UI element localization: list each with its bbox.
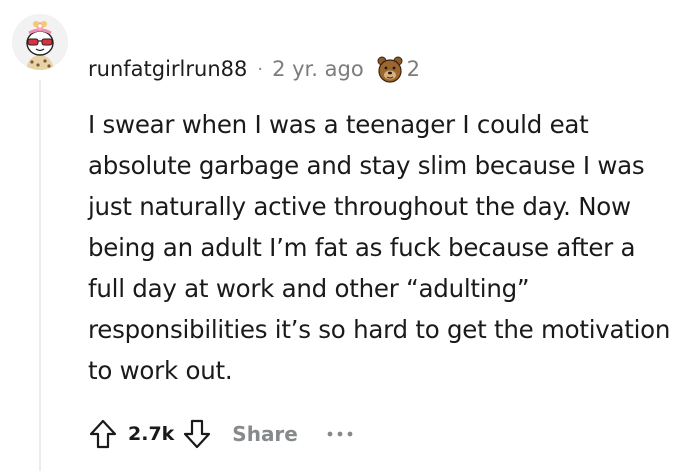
comment-body: I swear when I was a teenager I could ea… — [88, 104, 673, 391]
downvote-button[interactable] — [178, 415, 216, 453]
username[interactable]: runfatgirlrun88 — [88, 57, 247, 81]
upvote-button[interactable] — [84, 415, 122, 453]
comment-actions: 2.7k Share — [84, 414, 354, 454]
upvote-arrow-icon — [89, 419, 117, 449]
avatar[interactable] — [12, 14, 68, 70]
more-options-button[interactable] — [326, 419, 354, 449]
downvote-arrow-icon — [184, 419, 211, 449]
meta-separator: · — [257, 58, 264, 80]
more-options-icon — [327, 431, 353, 437]
timestamp[interactable]: 2 yr. ago — [272, 57, 364, 81]
vote-score: 2.7k — [128, 423, 175, 445]
comment: runfatgirlrun88 · 2 yr. ago 2 I swear wh… — [0, 0, 700, 471]
avatar-icon — [12, 14, 68, 70]
thread-line[interactable] — [39, 80, 41, 471]
comment-text: I swear when I was a teenager I could ea… — [88, 110, 671, 385]
share-button[interactable]: Share — [232, 422, 298, 446]
comment-meta: runfatgirlrun88 · 2 yr. ago 2 — [88, 52, 420, 86]
bear-award-icon[interactable] — [376, 54, 404, 84]
award-count: 2 — [406, 57, 421, 81]
